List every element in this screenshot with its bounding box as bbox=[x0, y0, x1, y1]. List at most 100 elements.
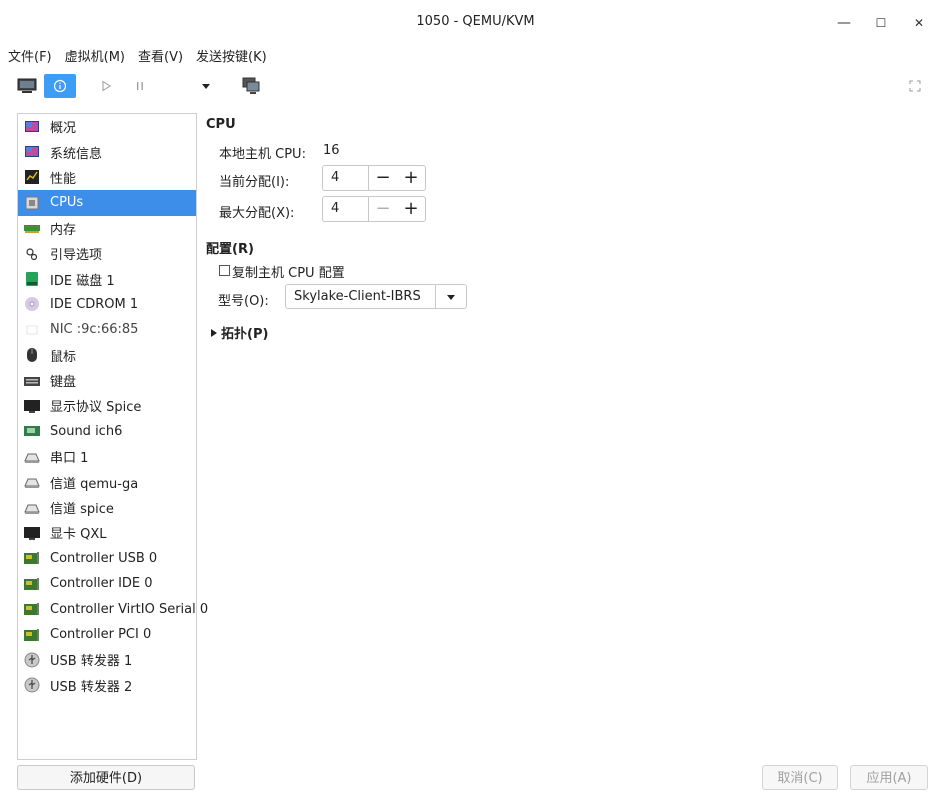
channel-icon bbox=[24, 500, 40, 516]
dropdown-icon bbox=[202, 84, 210, 89]
sidebar-item-usb-redirector-1[interactable]: USB 转发器 1 bbox=[18, 647, 196, 672]
current-increment-button[interactable]: + bbox=[397, 166, 425, 190]
host-cpu-label: 本地主机 CPU: bbox=[219, 147, 306, 162]
sidebar-item-ide-disk-1[interactable]: IDE 磁盘 1 bbox=[18, 266, 196, 291]
menu-vm[interactable]: 虚拟机(M) bbox=[65, 46, 125, 66]
model-combobox[interactable]: Skylake-Client-IBRS bbox=[285, 284, 467, 309]
menu-send-key[interactable]: 发送按键(K) bbox=[196, 46, 267, 66]
max-allocation-spinner[interactable]: 4 − + bbox=[322, 196, 426, 222]
sidebar-item-keyboard[interactable]: 键盘 bbox=[18, 368, 196, 393]
minimize-button[interactable]: — bbox=[834, 13, 854, 33]
sidebar-item-controller-pci-0[interactable]: Controller PCI 0 bbox=[18, 622, 196, 647]
sysinfo-icon bbox=[24, 144, 40, 160]
sidebar-item-serial-1[interactable]: 串口 1 bbox=[18, 444, 196, 469]
menu-file[interactable]: 文件(F) bbox=[8, 46, 52, 66]
sidebar-item-controller-virtio-serial-0[interactable]: Controller VirtIO Serial 0 bbox=[18, 596, 208, 621]
run-button[interactable] bbox=[96, 74, 116, 98]
max-allocation-label: 最大分配(X): bbox=[219, 206, 295, 221]
pause-icon bbox=[137, 82, 143, 90]
menu-bar: 文件(F) 虚拟机(M) 查看(V) 发送按键(K) bbox=[8, 46, 280, 66]
cpu-heading: CPU bbox=[206, 117, 236, 132]
sidebar-item-overview[interactable]: 概况 bbox=[18, 114, 196, 139]
close-button[interactable]: ✕ bbox=[909, 13, 929, 33]
performance-icon bbox=[24, 169, 40, 185]
sidebar-item-ide-cdrom-1[interactable]: IDE CDROM 1 bbox=[18, 292, 196, 317]
fullscreen-button[interactable] bbox=[904, 74, 926, 98]
window-title: 1050 - QEMU/KVM bbox=[416, 14, 535, 29]
sidebar-item-mouse[interactable]: 鼠标 bbox=[18, 343, 196, 368]
sidebar-item-channel-spice[interactable]: 信道 spice bbox=[18, 495, 196, 520]
add-hardware-button[interactable]: 添加硬件(D) bbox=[17, 765, 195, 790]
apply-button[interactable]: 应用(A) bbox=[850, 765, 928, 790]
model-label: 型号(O): bbox=[218, 294, 269, 309]
hardware-list: 概况 系统信息 性能 CPUs 内存 引导选项 IDE 磁盘 1 IDE CDR… bbox=[17, 113, 208, 760]
cpu-icon bbox=[24, 195, 40, 211]
mouse-icon bbox=[24, 347, 40, 363]
boot-icon bbox=[24, 246, 40, 262]
sidebar-item-controller-usb-0[interactable]: Controller USB 0 bbox=[18, 546, 196, 571]
maximize-button[interactable]: ☐ bbox=[871, 13, 891, 33]
monitor-icon bbox=[17, 78, 37, 93]
sidebar-item-boot[interactable]: 引导选项 bbox=[18, 241, 196, 266]
details-button[interactable] bbox=[44, 74, 76, 98]
sidebar-item-display-spice[interactable]: 显示协议 Spice bbox=[18, 393, 196, 418]
chevron-down-icon bbox=[447, 294, 455, 300]
disk-icon bbox=[24, 271, 40, 287]
max-allocation-input[interactable]: 4 bbox=[323, 197, 369, 221]
sidebar-item-controller-ide-0[interactable]: Controller IDE 0 bbox=[18, 571, 196, 596]
sidebar-item-usb-redirector-2[interactable]: USB 转发器 2 bbox=[18, 673, 196, 698]
video-icon bbox=[24, 525, 40, 541]
sound-icon bbox=[24, 423, 40, 439]
sidebar-item-channel-qemu-ga[interactable]: 信道 qemu-ga bbox=[18, 469, 196, 494]
cancel-button[interactable]: 取消(C) bbox=[762, 765, 838, 790]
max-increment-button[interactable]: + bbox=[397, 197, 425, 221]
cdrom-icon bbox=[24, 296, 40, 312]
current-allocation-spinner[interactable]: 4 − + bbox=[322, 165, 426, 191]
nic-icon bbox=[24, 322, 40, 338]
title-bar: 1050 - QEMU/KVM — ☐ ✕ bbox=[0, 0, 951, 46]
menu-view[interactable]: 查看(V) bbox=[138, 46, 183, 66]
overview-icon bbox=[24, 119, 40, 135]
current-allocation-input[interactable]: 4 bbox=[323, 166, 369, 190]
sidebar-item-sysinfo[interactable]: 系统信息 bbox=[18, 139, 196, 164]
controller-icon bbox=[24, 601, 40, 617]
pause-button[interactable] bbox=[130, 74, 150, 98]
sidebar-item-cpus[interactable]: CPUs bbox=[18, 190, 196, 216]
minimize-icon: — bbox=[837, 15, 851, 31]
copy-host-cpu-label: 复制主机 CPU 配置 bbox=[232, 266, 345, 281]
current-decrement-button[interactable]: − bbox=[369, 166, 397, 190]
config-heading: 配置(R) bbox=[206, 242, 254, 257]
copy-host-cpu-checkbox[interactable] bbox=[219, 265, 230, 276]
sidebar-item-video-qxl[interactable]: 显卡 QXL bbox=[18, 520, 196, 545]
max-decrement-button[interactable]: − bbox=[369, 197, 397, 221]
topology-label: 拓扑(P) bbox=[221, 327, 269, 342]
current-allocation-label: 当前分配(I): bbox=[219, 175, 290, 190]
toolbar bbox=[0, 70, 951, 102]
snapshot-icon bbox=[242, 77, 260, 94]
maximize-icon: ☐ bbox=[875, 16, 887, 30]
model-value[interactable]: Skylake-Client-IBRS bbox=[286, 285, 436, 308]
memory-icon bbox=[24, 220, 40, 236]
close-icon: ✕ bbox=[913, 16, 925, 30]
controller-icon bbox=[24, 576, 40, 592]
serial-icon bbox=[24, 449, 40, 465]
sidebar-item-nic[interactable]: NIC :9c:66:85 bbox=[18, 317, 196, 342]
play-icon bbox=[102, 80, 111, 92]
shutdown-menu-button[interactable] bbox=[196, 74, 216, 98]
keyboard-icon bbox=[24, 373, 40, 389]
sidebar-item-memory[interactable]: 内存 bbox=[18, 216, 196, 241]
usb-redir-icon bbox=[24, 677, 40, 693]
snapshots-button[interactable] bbox=[238, 74, 264, 98]
topology-expander[interactable]: 拓扑(P) bbox=[210, 323, 268, 342]
sidebar-item-sound[interactable]: Sound ich6 bbox=[18, 419, 196, 444]
controller-icon bbox=[24, 627, 40, 643]
controller-icon bbox=[24, 550, 40, 566]
sidebar-item-performance[interactable]: 性能 bbox=[18, 165, 196, 190]
console-button[interactable] bbox=[14, 74, 40, 98]
usb-redir-icon bbox=[24, 652, 40, 668]
channel-icon bbox=[24, 474, 40, 490]
model-dropdown-button[interactable] bbox=[436, 285, 466, 308]
info-icon bbox=[53, 79, 67, 93]
host-cpu-value: 16 bbox=[323, 143, 340, 158]
display-icon bbox=[24, 398, 40, 414]
